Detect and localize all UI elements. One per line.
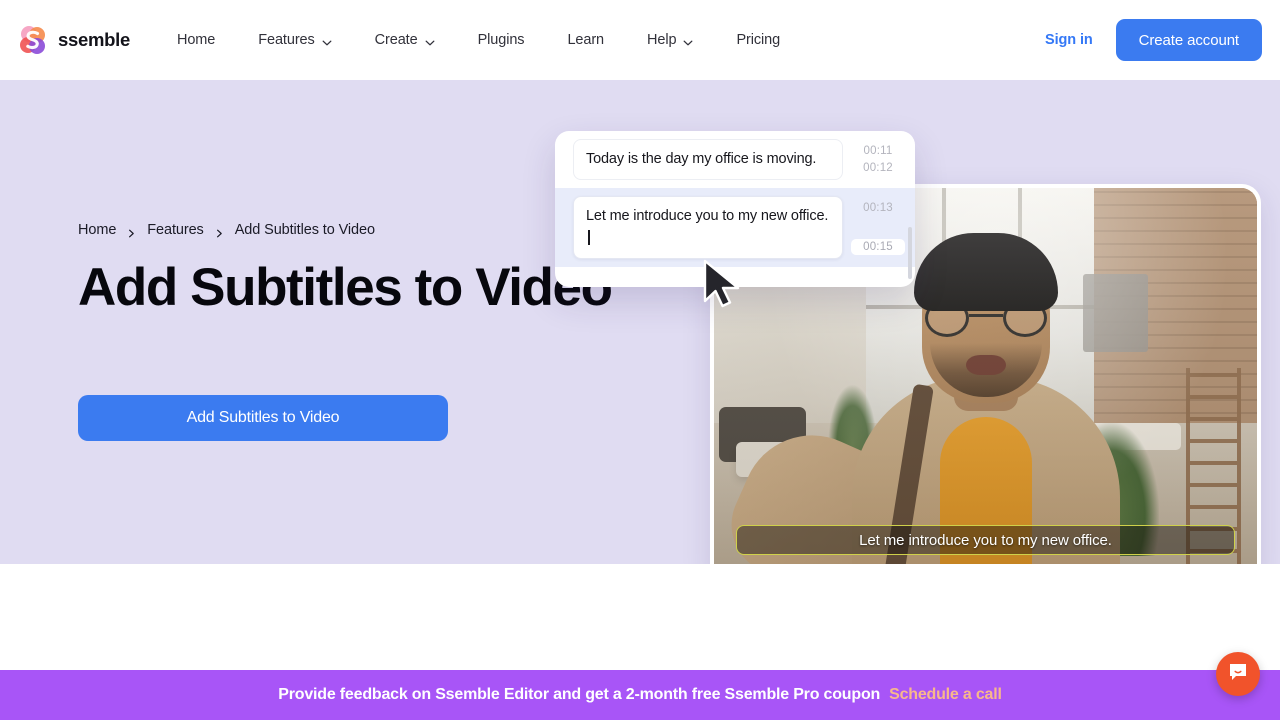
content-section [0, 564, 1280, 670]
subtitle-text-input[interactable]: Let me introduce you to my new office. [573, 196, 843, 259]
create-account-button[interactable]: Create account [1115, 19, 1262, 61]
subtitle-end-time[interactable]: 00:12 [851, 160, 905, 176]
brand-name: ssemble [58, 29, 130, 50]
subtitle-row[interactable]: Let me introduce you to my new office. 0… [555, 188, 915, 267]
panel-scrollbar[interactable] [908, 227, 912, 279]
nav-actions: Sign in Create account [1045, 19, 1262, 61]
subtitle-timestamps: 00:13 00:15 [851, 196, 905, 259]
nav-item-create[interactable]: Create [375, 24, 435, 56]
chat-bubble-icon [1227, 661, 1249, 688]
page-root: ssemble Home Features Create Plugins Lea… [0, 0, 1280, 720]
subtitle-end-time[interactable]: 00:15 [851, 238, 905, 255]
nav-item-label: Features [258, 32, 315, 48]
video-caption-bar: Let me introduce you to my new office. [736, 525, 1235, 555]
promo-banner-text: Provide feedback on Ssemble Editor and g… [278, 686, 881, 703]
subtitle-timestamps: 00:11 00:12 [851, 139, 905, 180]
nav-item-features[interactable]: Features [258, 24, 332, 56]
nav-item-home[interactable]: Home [177, 24, 215, 56]
nav-item-label: Plugins [477, 32, 525, 48]
ssemble-logo-icon [18, 25, 48, 55]
nav-item-label: Home [176, 32, 216, 48]
hero-inner: Home Features Add Subtitles to Video Add… [0, 80, 1280, 564]
sign-in-link[interactable]: Sign in [1045, 32, 1093, 48]
nav-item-learn[interactable]: Learn [567, 24, 604, 56]
promo-banner: Provide feedback on Ssemble Editor and g… [0, 670, 1280, 720]
breadcrumb-item-home[interactable]: Home [78, 222, 116, 238]
chevron-down-icon [425, 36, 435, 46]
hero-section: Home Features Add Subtitles to Video Add… [0, 80, 1280, 564]
subtitle-text-value: Let me introduce you to my new office. [586, 208, 829, 225]
subtitle-text-input[interactable]: Today is the day my office is moving. [573, 139, 843, 181]
text-caret [588, 229, 590, 245]
schedule-a-call-link[interactable]: Schedule a call [889, 686, 1002, 704]
chat-widget-button[interactable] [1216, 652, 1260, 696]
nav-links: Home Features Create Plugins Learn Help … [177, 24, 780, 56]
subtitle-start-time[interactable]: 00:13 [851, 200, 905, 216]
nav-item-label: Pricing [736, 32, 781, 48]
subtitle-row[interactable]: Today is the day my office is moving. 00… [555, 131, 915, 188]
chevron-right-icon [127, 226, 136, 237]
top-navigation-bar: ssemble Home Features Create Plugins Lea… [0, 0, 1280, 80]
nav-item-plugins[interactable]: Plugins [478, 24, 525, 56]
nav-item-label: Create [374, 32, 418, 48]
breadcrumb: Home Features Add Subtitles to Video [78, 222, 375, 238]
page-title: Add Subtitles to Video [78, 258, 613, 317]
mouse-cursor-icon [700, 258, 746, 317]
brand-logo[interactable]: ssemble [18, 25, 130, 55]
video-caption-text: Let me introduce you to my new office. [859, 531, 1112, 549]
subtitle-start-time[interactable]: 00:11 [851, 143, 905, 159]
chevron-right-icon [215, 226, 224, 237]
nav-item-label: Learn [567, 32, 605, 48]
nav-item-pricing[interactable]: Pricing [736, 24, 780, 56]
nav-item-help[interactable]: Help [647, 24, 693, 56]
add-subtitles-cta-button[interactable]: Add Subtitles to Video [78, 395, 448, 441]
breadcrumb-item-features[interactable]: Features [147, 222, 204, 238]
chevron-down-icon [683, 36, 693, 46]
nav-item-label: Help [647, 32, 677, 48]
breadcrumb-item-current: Add Subtitles to Video [234, 222, 375, 238]
chevron-down-icon [322, 36, 332, 46]
